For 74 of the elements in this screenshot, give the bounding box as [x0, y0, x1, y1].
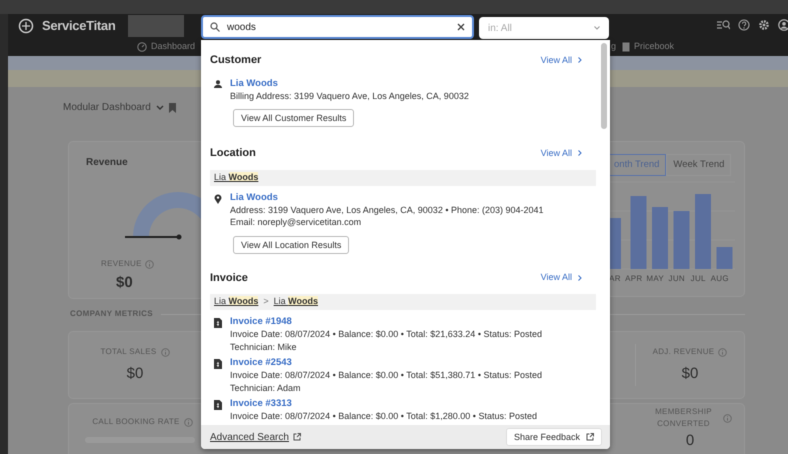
result-detail: Technician: Mike [230, 340, 298, 353]
chevron-right-icon [578, 150, 582, 156]
metric-value: 0 [684, 431, 696, 451]
trend-tab[interactable]: Week Trend [666, 154, 732, 176]
redacted-block [128, 15, 184, 37]
share-feedback-button[interactable]: Share Feedback [506, 428, 602, 446]
scrollbar[interactable] [601, 43, 607, 129]
metric-value: $0 [126, 364, 144, 384]
axis-label: AUG [710, 273, 730, 285]
metric-value: $0 [680, 364, 700, 384]
dashboard-icon [137, 42, 147, 52]
info-icon [722, 414, 732, 422]
metric-label: ADJ. REVENUE [652, 346, 714, 358]
breadcrumb-separator: > [263, 295, 269, 308]
search-icon [210, 22, 220, 32]
chevron-right-icon [578, 274, 582, 281]
info-icon [718, 348, 728, 356]
result-detail: Invoice Date: 08/07/2024 • Balance: $0.00 • Total: $1,280.00 • Status: Posted [230, 410, 537, 422]
info-icon [184, 418, 193, 426]
result-detail: Billing Address: 3199 Vaquero Ave, Los Angeles, CA, 90032 [230, 90, 469, 102]
view-all-link[interactable]: View All [540, 271, 582, 284]
result-detail: Address: 3199 Vaquero Ave, Los Angeles, CA, 90032 • Phone: (203) 904-2041 [230, 204, 544, 216]
clear-icon[interactable] [457, 23, 465, 31]
result-detail: Technician: Adam [230, 382, 302, 394]
info-icon [160, 348, 170, 356]
section-heading: Location [210, 146, 256, 161]
user-icon[interactable] [778, 19, 788, 31]
result-link[interactable]: Invoice #2543 [230, 356, 542, 369]
advanced-search-link[interactable]: Advanced Search [210, 430, 301, 444]
view-all-button[interactable]: View All Location Results [233, 236, 350, 254]
result-detail: Email: noreply@servicetitan.com [230, 216, 362, 228]
invoice-icon [214, 400, 222, 410]
result-link[interactable]: Invoice #1948 [230, 315, 542, 328]
logo-icon [18, 18, 34, 34]
settings-icon[interactable] [758, 19, 770, 31]
nav-link[interactable]: g [611, 40, 616, 54]
metric-label: REVENUE [101, 258, 142, 270]
nav-link[interactable]: Pricebook [634, 40, 674, 54]
view-all-link[interactable]: View All [540, 54, 582, 67]
chevron-right-icon [578, 57, 582, 64]
info-icon [144, 260, 154, 268]
book-icon [622, 42, 630, 52]
axis-label: APR [624, 273, 644, 285]
external-link-icon [586, 433, 594, 441]
invoice-icon [214, 318, 222, 328]
axis-label: JUL [690, 273, 707, 285]
help-icon[interactable] [738, 19, 750, 31]
caret-icon [594, 26, 600, 30]
view-all-button[interactable]: View All Customer Results [233, 109, 354, 127]
result-detail: Invoice Date: 08/07/2024 • Balance: $0.00 • Total: $21,633.24 • Status: Posted [230, 328, 542, 340]
bookmark-icon[interactable] [168, 102, 176, 112]
search-field[interactable]: woods [201, 15, 474, 39]
dashboard-selector[interactable]: Modular Dashboard [63, 100, 151, 115]
section-heading: Customer [210, 53, 262, 68]
metric-label: MEMBERSHIP CONVERTED [654, 406, 713, 430]
chevron-down-icon[interactable] [156, 104, 164, 110]
nav-link[interactable]: Dashboard [151, 40, 196, 54]
external-link-icon [292, 433, 301, 441]
result-link[interactable]: Invoice #3313 [230, 397, 537, 410]
person-icon [214, 80, 222, 88]
result-detail: Invoice Date: 08/07/2024 • Balance: $0.00 • Total: $51,380.71 • Status: Posted [230, 369, 542, 382]
result-link[interactable]: Lia Woods [230, 76, 469, 90]
pin-icon [214, 194, 222, 204]
metric-label: CALL BOOKING RATE [92, 416, 180, 428]
axis-label: JUN [668, 273, 686, 285]
axis-label: MAY [645, 273, 666, 285]
app-logo: ServiceTitan [42, 17, 116, 36]
metric-label: TOTAL SALES [100, 346, 157, 358]
view-all-link[interactable]: View All [540, 146, 582, 160]
invoice-icon [214, 359, 222, 369]
metric-value: $0 [116, 273, 133, 293]
result-link[interactable]: Lia Woods [230, 190, 544, 204]
search-list-icon[interactable] [716, 19, 730, 31]
section-heading: Invoice [210, 270, 248, 286]
